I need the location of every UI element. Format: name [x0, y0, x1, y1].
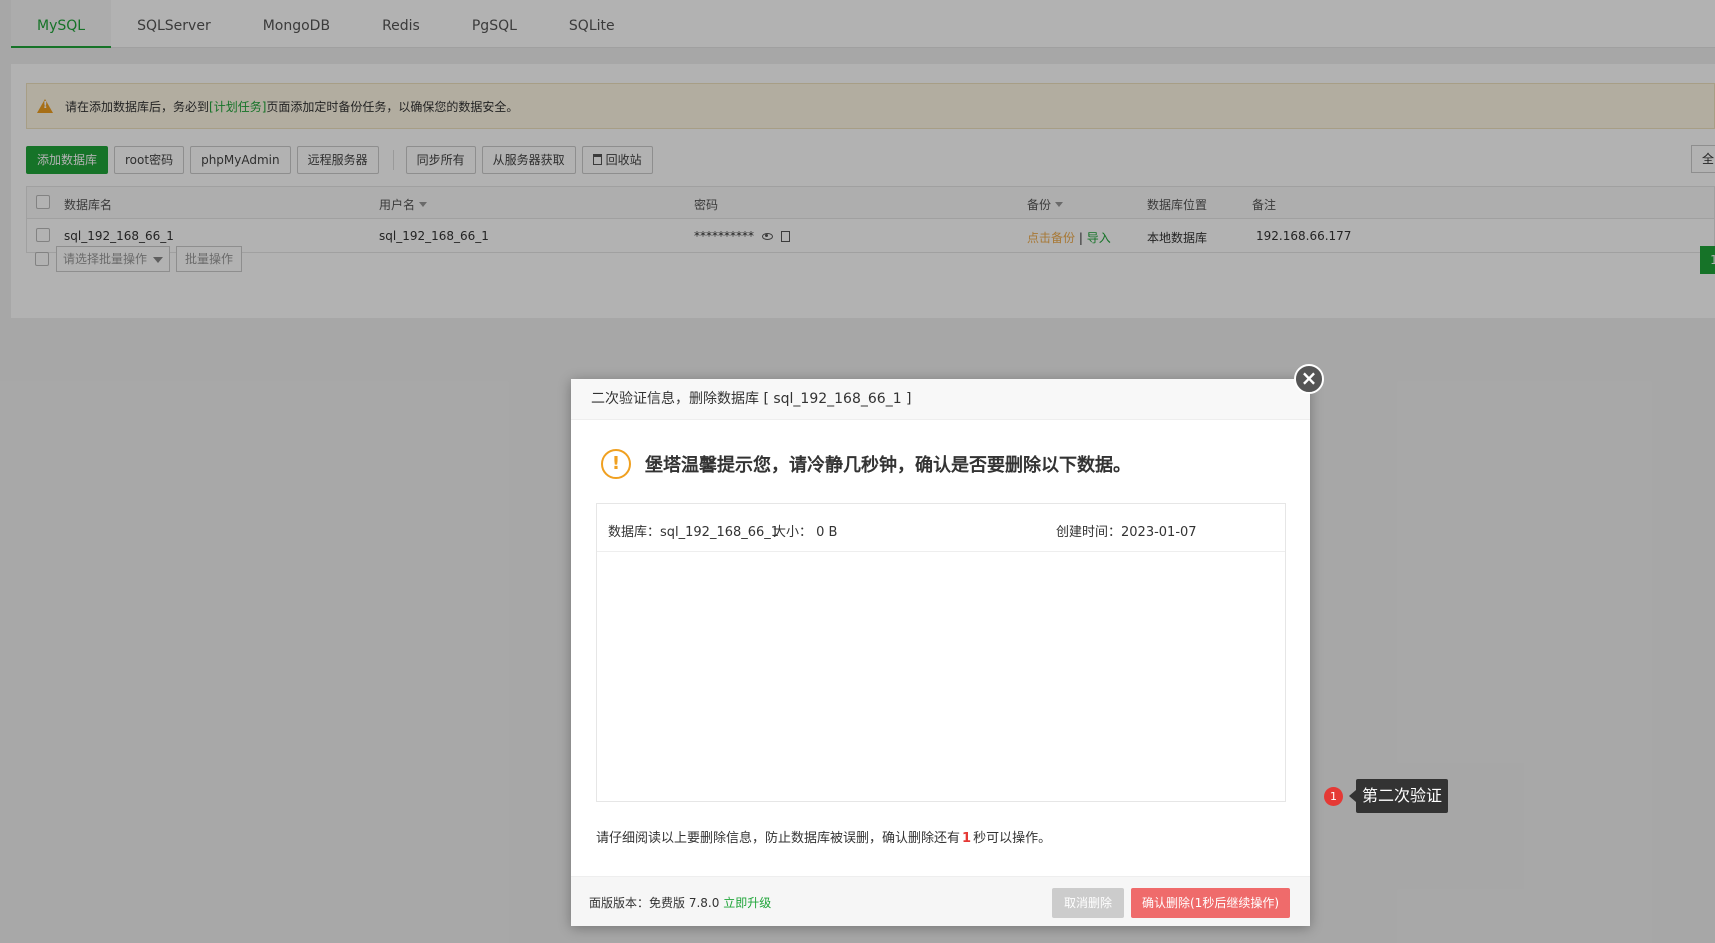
- notice-suffix: 秒可以操作。: [973, 831, 1052, 846]
- warning-message: 堡塔温馨提示您，请冷静几秒钟，确认是否要删除以下数据。: [645, 455, 1131, 476]
- annotation-badge: 1: [1324, 787, 1343, 806]
- delete-info-box: 数据库：sql_192_168_66_1 大小： 0 B 创建时间：2023-0…: [596, 503, 1286, 802]
- dialog-footer: 面版版本：免费版 7.8.0 立即升级 取消删除 确认删除(1秒后继续操作): [571, 876, 1310, 926]
- delete-confirm-dialog: 二次验证信息，删除数据库 [ sql_192_168_66_1 ] × ! 堡塔…: [571, 364, 1324, 926]
- info-size: 大小： 0 B: [773, 525, 838, 540]
- countdown-notice: 请仔细阅读以上要删除信息，防止数据库被误删，确认删除还有 1 秒可以操作。: [596, 827, 1051, 846]
- countdown-seconds: 1: [962, 831, 972, 846]
- info-created: 创建时间：2023-01-07: [1056, 525, 1197, 540]
- dialog-title: 二次验证信息，删除数据库 [ sql_192_168_66_1 ]: [571, 379, 1310, 420]
- close-icon[interactable]: ×: [1294, 364, 1324, 394]
- cancel-delete-button[interactable]: 取消删除: [1052, 888, 1125, 918]
- annotation-tooltip: 第二次验证: [1348, 779, 1449, 813]
- notice-prefix: 请仔细阅读以上要删除信息，防止数据库被误删，确认删除还有: [596, 831, 961, 846]
- version-text: 面版版本：免费版 7.8.0: [589, 896, 720, 910]
- info-row: 数据库：sql_192_168_66_1 大小： 0 B 创建时间：2023-0…: [597, 504, 1285, 552]
- info-db-name: 数据库：sql_192_168_66_1: [608, 525, 780, 540]
- panel-version: 面版版本：免费版 7.8.0 立即升级: [589, 894, 771, 911]
- upgrade-link[interactable]: 立即升级: [723, 896, 771, 910]
- confirm-delete-button[interactable]: 确认删除(1秒后继续操作): [1131, 888, 1290, 918]
- exclamation-icon: !: [601, 449, 631, 479]
- warning-header: ! 堡塔温馨提示您，请冷静几秒钟，确认是否要删除以下数据。: [601, 449, 1131, 479]
